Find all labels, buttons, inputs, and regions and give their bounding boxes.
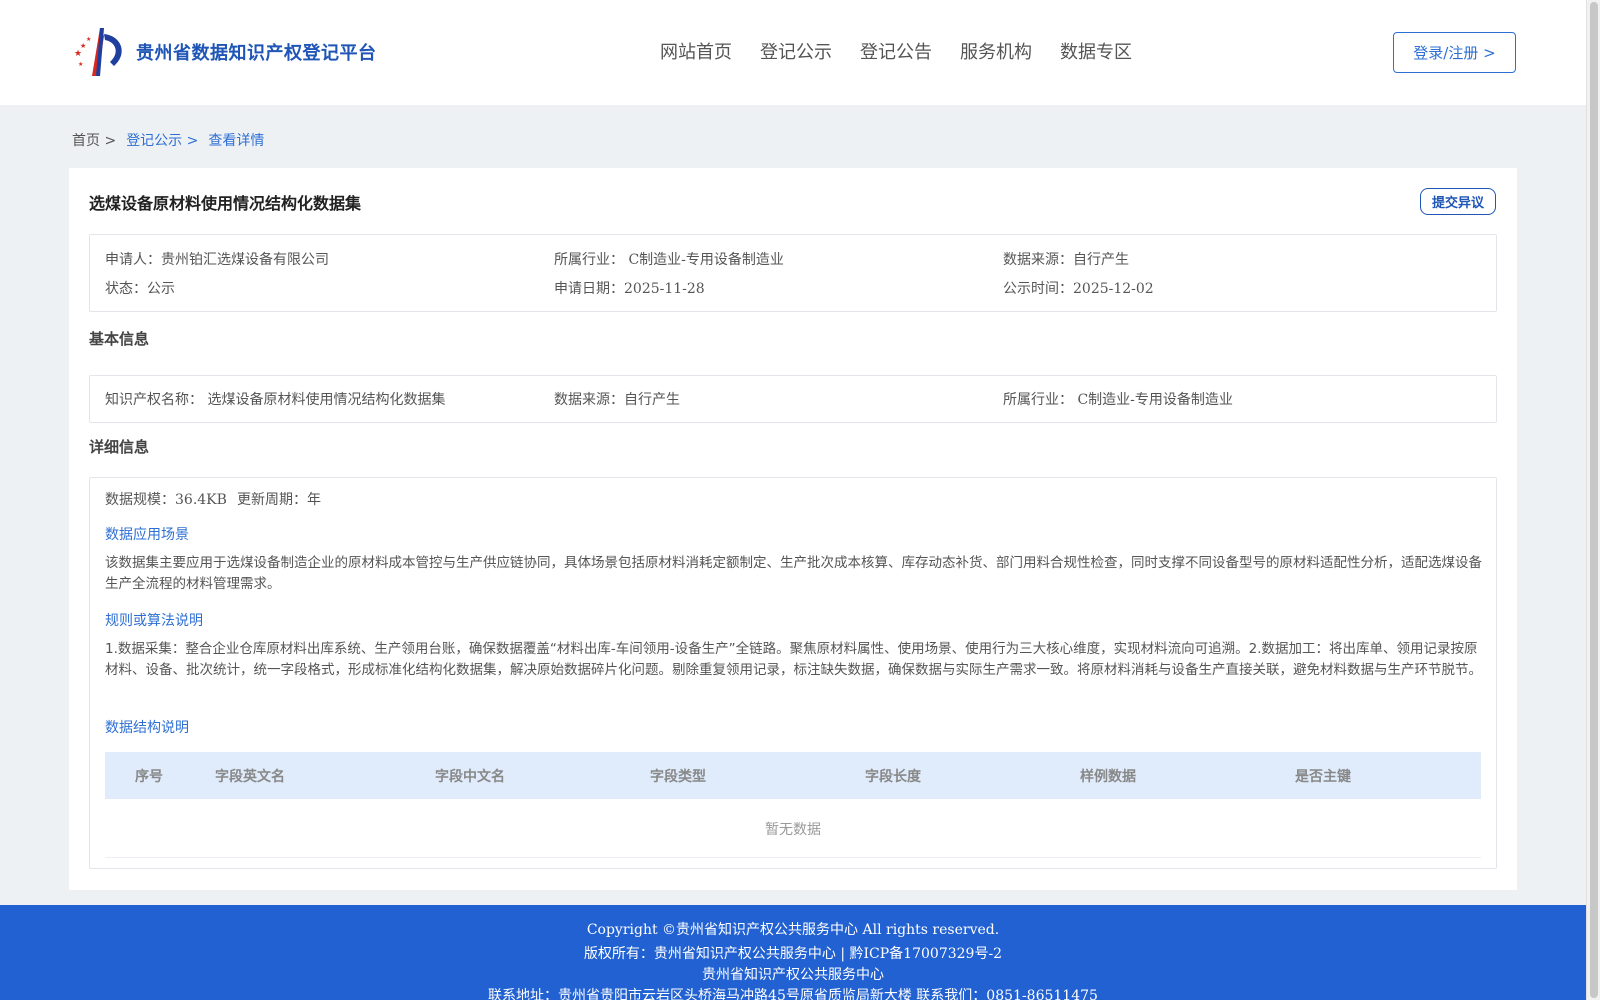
basic-info-heading: 基本信息 — [89, 330, 150, 348]
industry-field: 所属行业： C制造业-专用设备制造业 — [554, 252, 784, 268]
record-meta-box: 申请人：贵州铂汇选煤设备有限公司 所属行业： C制造业-专用设备制造业 数据来源… — [89, 234, 1497, 312]
rules-heading: 规则或算法说明 — [105, 613, 203, 629]
breadcrumb: 首页 > 登记公示 > 查看详情 — [72, 130, 274, 150]
col-english-name: 字段英文名 — [215, 769, 285, 785]
nav-data-zone[interactable]: 数据专区 — [1060, 38, 1132, 64]
source-field: 数据来源：自行产生 — [1003, 252, 1129, 268]
site-footer: Copyright ©贵州省知识产权公共服务中心 All rights rese… — [0, 905, 1586, 1000]
col-primary-key: 是否主键 — [1295, 769, 1351, 785]
publish-date-field: 公示时间：2025-12-02 — [1003, 281, 1154, 297]
col-field-length: 字段长度 — [865, 769, 921, 785]
site-header: ★ ★ ★ ★ 贵州省数据知识产权登记平台 网站首页 登记公示 登记公告 服务机… — [0, 0, 1586, 105]
applicant-field: 申请人：贵州铂汇选煤设备有限公司 — [105, 252, 329, 268]
scrollbar-thumb[interactable] — [1590, 2, 1598, 998]
page-title: 选煤设备原材料使用情况结构化数据集 — [89, 194, 362, 213]
breadcrumb-publicity[interactable]: 登记公示 > — [126, 130, 198, 150]
basic-source-field: 数据来源：自行产生 — [554, 392, 680, 408]
footer-address: 联系地址：贵州省贵阳市云岩区头桥海马冲路45号原省质监局新大楼 联系我们：085… — [488, 988, 1098, 1000]
svg-text:★: ★ — [78, 61, 83, 68]
table-empty-state: 暂无数据 — [105, 800, 1481, 858]
col-field-type: 字段类型 — [650, 769, 706, 785]
nav-registration-announcement[interactable]: 登记公告 — [860, 38, 932, 64]
nav-registration-publicity[interactable]: 登记公示 — [760, 38, 832, 64]
logo-emblem-icon: ★ ★ ★ ★ — [74, 28, 122, 76]
footer-org: 贵州省知识产权公共服务中心 — [702, 967, 884, 983]
status-badge: 公示 — [147, 281, 175, 297]
page-scrollbar[interactable] — [1586, 0, 1600, 1000]
col-index: 序号 — [135, 769, 163, 785]
ip-name-field: 知识产权名称： 选煤设备原材料使用情况结构化数据集 — [105, 392, 446, 408]
basic-industry-field: 所属行业： C制造业-专用设备制造业 — [1003, 392, 1233, 408]
detail-card: 选煤设备原材料使用情况结构化数据集 提交异议 申请人：贵州铂汇选煤设备有限公司 … — [69, 168, 1517, 890]
structure-table-header: 序号 字段英文名 字段中文名 字段类型 字段长度 样例数据 是否主键 — [105, 752, 1481, 799]
svg-text:★: ★ — [80, 42, 86, 50]
detail-info-box: 数据规模：36.4KB 更新周期：年 数据应用场景 该数据集主要应用于选煤设备制… — [89, 477, 1497, 869]
detail-info-heading: 详细信息 — [89, 438, 150, 456]
basic-info-box: 知识产权名称： 选煤设备原材料使用情况结构化数据集 数据来源：自行产生 所属行业… — [89, 375, 1497, 423]
main-nav: 网站首页 登记公示 登记公告 服务机构 数据专区 — [660, 38, 1160, 64]
col-chinese-name: 字段中文名 — [435, 769, 505, 785]
breadcrumb-home[interactable]: 首页 > — [72, 130, 116, 150]
nav-service-agencies[interactable]: 服务机构 — [960, 38, 1032, 64]
submit-objection-button[interactable]: 提交异议 — [1420, 188, 1496, 215]
svg-text:★: ★ — [86, 36, 91, 43]
breadcrumb-current: 查看详情 — [208, 133, 265, 149]
footer-copyright: Copyright ©贵州省知识产权公共服务中心 All rights rese… — [586, 922, 1000, 938]
rules-text: 1.数据采集：整合企业仓库原材料出库系统、生产领用台账，确保数据覆盖“材料出库-… — [105, 641, 1482, 678]
apply-date-field: 申请日期：2025-11-28 — [554, 281, 705, 297]
footer-owner: 版权所有：贵州省知识产权公共服务中心 | 黔ICP备17007329号-2 — [583, 946, 1003, 962]
site-title: 贵州省数据知识产权登记平台 — [136, 43, 377, 64]
status-field: 状态：公示 — [105, 281, 175, 297]
col-sample-data: 样例数据 — [1080, 769, 1136, 785]
structure-heading: 数据结构说明 — [105, 720, 189, 736]
nav-home[interactable]: 网站首页 — [660, 38, 732, 64]
svg-text:★: ★ — [74, 49, 82, 59]
data-scale-field: 数据规模：36.4KB — [105, 492, 227, 508]
login-register-button[interactable]: 登录/注册 > — [1393, 32, 1516, 73]
site-logo[interactable]: ★ ★ ★ ★ 贵州省数据知识产权登记平台 — [70, 26, 377, 78]
update-cycle-field: 更新周期：年 — [237, 492, 321, 508]
scenario-heading: 数据应用场景 — [105, 527, 189, 543]
scenario-text: 该数据集主要应用于选煤设备制造企业的原材料成本管控与生产供应链协同，具体场景包括… — [105, 555, 1482, 592]
